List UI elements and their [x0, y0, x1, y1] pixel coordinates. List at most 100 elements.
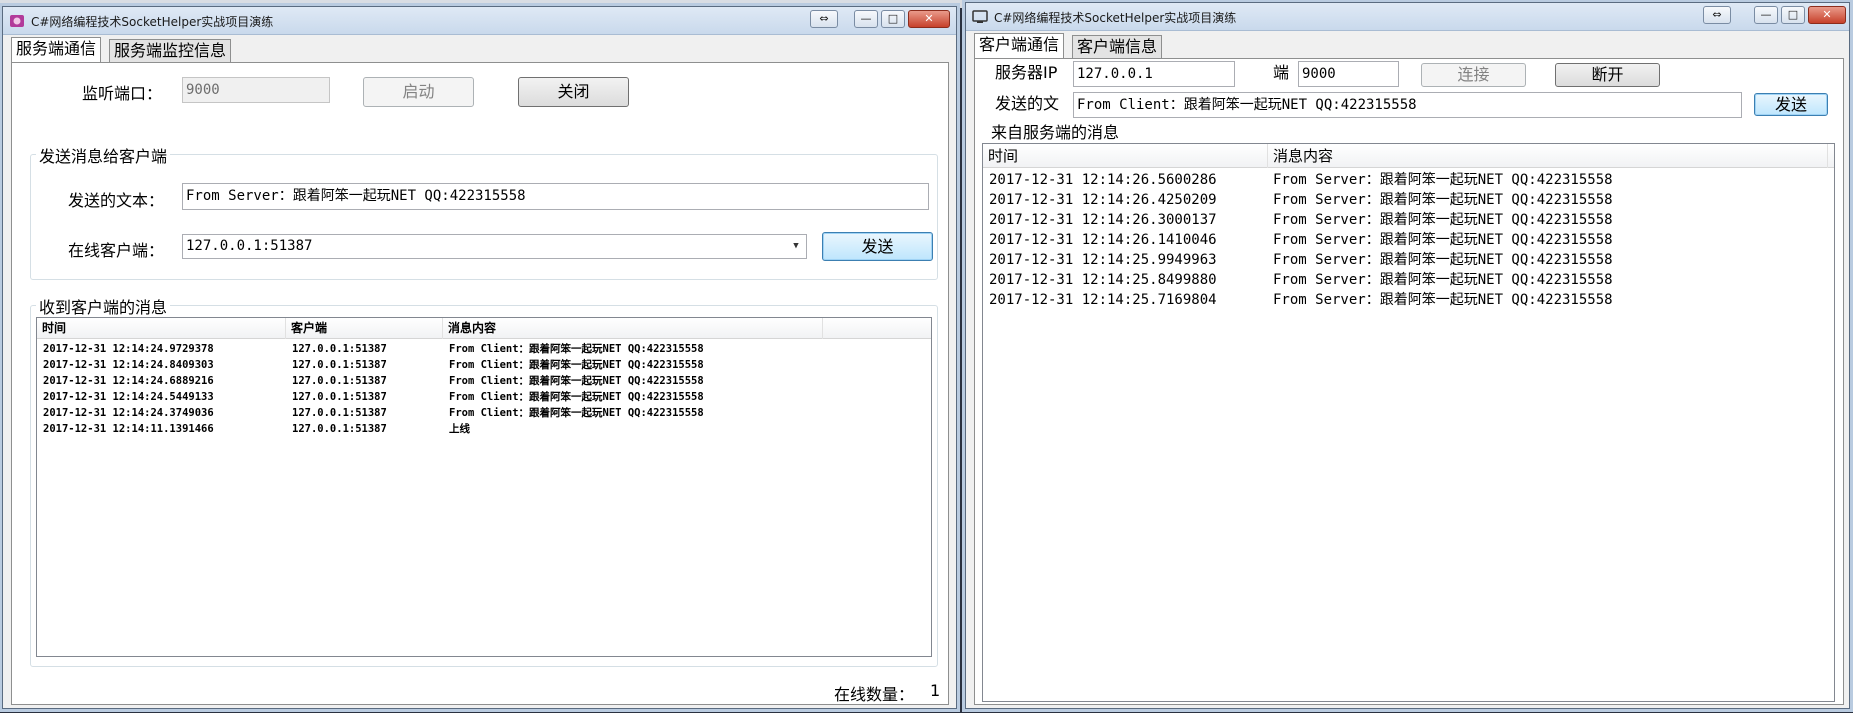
row-content: From Server：跟着阿笨一起玩NET QQ:422315558: [1273, 172, 1613, 188]
tab-server-monitor[interactable]: 服务端监控信息: [109, 39, 232, 63]
client-titlebar[interactable]: C#网络编程技术SocketHelper实战项目演练 ⇔ — □ ✕: [966, 3, 1849, 31]
server-list-header: 时间 客户端 消息内容: [37, 318, 931, 339]
list-item[interactable]: 2017-12-31 12:14:25.7169804 From Server：…: [983, 290, 1834, 310]
row-client: 127.0.0.1:51387: [292, 407, 387, 419]
client-window: C#网络编程技术SocketHelper实战项目演练 ⇔ — □ ✕ 客户端通信…: [965, 2, 1850, 709]
port-label: 监听端口：: [82, 84, 163, 103]
row-content: From Server：跟着阿笨一起玩NET QQ:422315558: [1273, 212, 1613, 228]
restore-icon[interactable]: ⇔: [810, 10, 838, 28]
list-item[interactable]: 2017-12-31 12:14:26.4250209 From Server：…: [983, 190, 1834, 210]
row-time: 2017-12-31 12:14:11.1391466: [43, 423, 214, 435]
disconnect-button[interactable]: 断开: [1555, 63, 1660, 87]
column-header-content[interactable]: 消息内容: [443, 318, 823, 339]
minimize-button[interactable]: —: [1754, 6, 1778, 24]
client-tabs: 客户端通信 客户端信息: [974, 33, 1224, 59]
list-item[interactable]: 2017-12-31 12:14:25.9949963 From Server：…: [983, 250, 1834, 270]
online-client-label: 在线客户端：: [68, 241, 165, 260]
app-icon: [10, 15, 24, 27]
list-item[interactable]: 2017-12-31 12:14:25.8499880 From Server：…: [983, 270, 1834, 290]
client-message-list[interactable]: 时间 消息内容 2017-12-31 12:14:26.5600286 From…: [982, 143, 1835, 702]
online-client-select[interactable]: 127.0.0.1:51387 ▼: [182, 234, 807, 259]
receive-group-title: 收到客户端的消息: [36, 294, 171, 318]
send-text-label: 发送的文本：: [68, 191, 165, 210]
tab-client-info[interactable]: 客户端信息: [1072, 35, 1163, 59]
row-content: From Client：跟着阿笨一起玩NET QQ:422315558: [449, 343, 704, 355]
server-tab-panel: 监听端口： 9000 启动 关闭 发送消息给客户端 发送的文本： From Se…: [11, 62, 949, 705]
row-content: From Client：跟着阿笨一起玩NET QQ:422315558: [449, 407, 704, 419]
row-time: 2017-12-31 12:14:26.4250209: [989, 192, 1217, 208]
row-time: 2017-12-31 12:14:24.3749036: [43, 407, 214, 419]
row-content: From Server：跟着阿笨一起玩NET QQ:422315558: [1273, 232, 1613, 248]
table-row[interactable]: 2017-12-31 12:14:24.8409303 127.0.0.1:51…: [37, 357, 931, 373]
server-window: C#网络编程技术SocketHelper实战项目演练 ⇔ — □ ✕ 服务端通信…: [2, 6, 957, 709]
column-header-time[interactable]: 时间: [983, 144, 1268, 168]
tab-client-communication[interactable]: 客户端通信: [974, 33, 1065, 58]
desktop: C#网络编程技术SocketHelper实战项目演练 ⇔ — □ ✕ 服务端通信…: [0, 0, 1853, 713]
connect-button[interactable]: 连接: [1421, 63, 1526, 87]
table-row[interactable]: 2017-12-31 12:14:24.6889216 127.0.0.1:51…: [37, 373, 931, 389]
send-group-title: 发送消息给客户端: [36, 143, 171, 167]
row-content: From Client：跟着阿笨一起玩NET QQ:422315558: [449, 359, 704, 371]
table-row[interactable]: 2017-12-31 12:14:24.3749036 127.0.0.1:51…: [37, 405, 931, 421]
row-time: 2017-12-31 12:14:24.6889216: [43, 375, 214, 387]
column-header-time[interactable]: 时间: [37, 318, 286, 339]
row-time: 2017-12-31 12:14:26.5600286: [989, 172, 1217, 188]
row-time: 2017-12-31 12:14:25.8499880: [989, 272, 1217, 288]
close-button[interactable]: ✕: [1808, 6, 1846, 24]
client-port-input[interactable]: 9000: [1298, 61, 1399, 87]
server-ip-label: 服务器IP: [995, 63, 1058, 82]
stop-button[interactable]: 关闭: [518, 77, 629, 107]
row-content: From Server：跟着阿笨一起玩NET QQ:422315558: [1273, 272, 1613, 288]
row-content: From Server：跟着阿笨一起玩NET QQ:422315558: [1273, 252, 1613, 268]
server-message-list[interactable]: 时间 客户端 消息内容 2017-12-31 12:14:24.9729378 …: [36, 317, 932, 657]
row-time: 2017-12-31 12:14:24.9729378: [43, 343, 214, 355]
online-client-value: 127.0.0.1:51387: [186, 238, 313, 254]
chevron-down-icon[interactable]: ▼: [788, 237, 804, 255]
row-time: 2017-12-31 12:14:24.8409303: [43, 359, 214, 371]
send-text-label: 发送的文: [995, 94, 1060, 113]
client-send-input[interactable]: From Client：跟着阿笨一起玩NET QQ:422315558: [1073, 92, 1742, 118]
maximize-button[interactable]: □: [1781, 6, 1805, 24]
online-count-label: 在线数量：: [834, 685, 915, 704]
row-client: 127.0.0.1:51387: [292, 359, 387, 371]
server-titlebar[interactable]: C#网络编程技术SocketHelper实战项目演练 ⇔ — □ ✕: [3, 7, 956, 35]
row-client: 127.0.0.1:51387: [292, 375, 387, 387]
server-send-button[interactable]: 发送: [822, 232, 933, 261]
table-row[interactable]: 2017-12-31 12:14:11.1391466 127.0.0.1:51…: [37, 421, 931, 437]
list-item[interactable]: 2017-12-31 12:14:26.1410046 From Server：…: [983, 230, 1834, 250]
start-button[interactable]: 启动: [363, 77, 474, 107]
maximize-button[interactable]: □: [881, 10, 905, 28]
send-group: [30, 154, 938, 280]
app-icon: [972, 10, 988, 23]
minimize-button[interactable]: —: [854, 10, 878, 28]
table-row[interactable]: 2017-12-31 12:14:24.9729378 127.0.0.1:51…: [37, 341, 931, 357]
row-content: From Server：跟着阿笨一起玩NET QQ:422315558: [1273, 292, 1613, 308]
row-time: 2017-12-31 12:14:25.7169804: [989, 292, 1217, 308]
tab-server-communication[interactable]: 服务端通信: [11, 37, 102, 62]
row-client: 127.0.0.1:51387: [292, 343, 387, 355]
row-content: From Client：跟着阿笨一起玩NET QQ:422315558: [449, 391, 704, 403]
column-header-client[interactable]: 客户端: [286, 318, 443, 339]
port-input[interactable]: 9000: [182, 77, 330, 103]
client-tab-panel: 服务器IP 127.0.0.1 端 9000 连接 断开 发送的文 From C…: [974, 58, 1844, 705]
column-header-content[interactable]: 消息内容: [1268, 144, 1828, 168]
list-item[interactable]: 2017-12-31 12:14:26.5600286 From Server：…: [983, 170, 1834, 190]
list-item[interactable]: 2017-12-31 12:14:26.3000137 From Server：…: [983, 210, 1834, 230]
client-list-header: 时间 消息内容: [983, 144, 1834, 168]
row-client: 127.0.0.1:51387: [292, 423, 387, 435]
server-ip-input[interactable]: 127.0.0.1: [1073, 61, 1235, 87]
online-count-value: 1: [930, 681, 941, 700]
client-send-button[interactable]: 发送: [1754, 93, 1828, 116]
row-time: 2017-12-31 12:14:26.3000137: [989, 212, 1217, 228]
restore-icon[interactable]: ⇔: [1703, 6, 1731, 24]
table-row[interactable]: 2017-12-31 12:14:24.5449133 127.0.0.1:51…: [37, 389, 931, 405]
client-port-label: 端: [1273, 63, 1290, 82]
row-content: 上线: [449, 423, 470, 435]
messages-title: 来自服务端的消息: [991, 123, 1120, 142]
send-text-input[interactable]: From Server：跟着阿笨一起玩NET QQ:422315558: [182, 183, 929, 210]
row-client: 127.0.0.1:51387: [292, 391, 387, 403]
row-time: 2017-12-31 12:14:25.9949963: [989, 252, 1217, 268]
server-tabs: 服务端通信 服务端监控信息: [11, 37, 311, 63]
row-content: From Client：跟着阿笨一起玩NET QQ:422315558: [449, 375, 704, 387]
close-button[interactable]: ✕: [908, 10, 950, 28]
